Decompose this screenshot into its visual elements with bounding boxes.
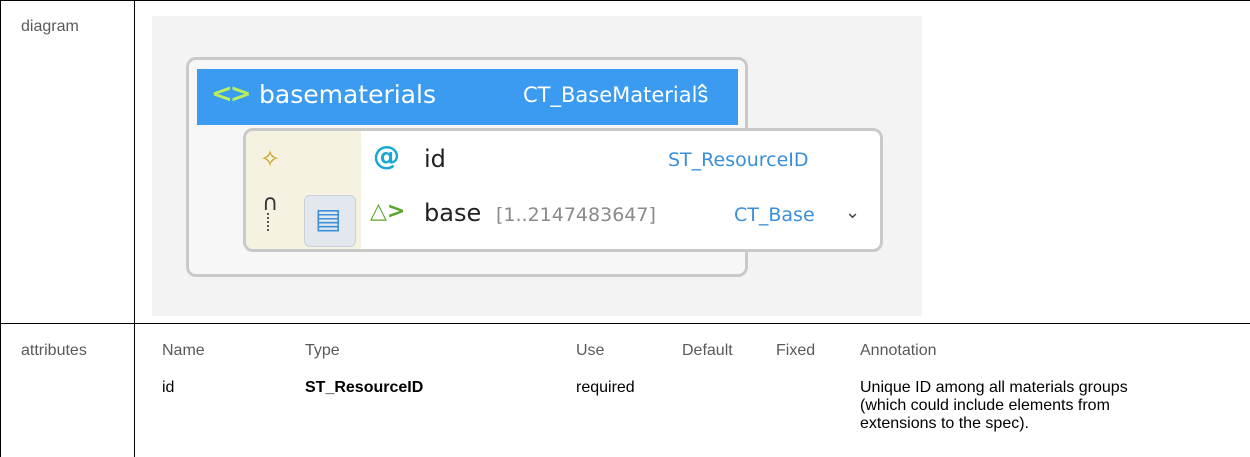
element-reference-icon: △>	[370, 199, 406, 224]
attr-name-cell: id	[162, 379, 175, 396]
collapse-chevron-icon[interactable]: ⌃	[693, 81, 711, 106]
annotation-line: extensions to the spec).	[860, 415, 1029, 432]
diagram-row-label: diagram	[21, 18, 79, 35]
header-name: Name	[162, 342, 205, 359]
model-group-button[interactable]: ▤	[304, 195, 356, 247]
header-fixed: Fixed	[776, 342, 816, 359]
complex-type-box: ✧ ∩ ▤ @ id ST_ResourceID △> base [1..214…	[243, 128, 883, 252]
sequence-icon: ∩	[262, 191, 279, 216]
child-element-type[interactable]: CT_Base	[734, 204, 815, 226]
header-use: Use	[576, 342, 605, 359]
attributes-group-icon: ✧	[260, 145, 281, 173]
attribute-type[interactable]: ST_ResourceID	[668, 149, 809, 171]
tree-icon: ▤	[315, 202, 342, 235]
sequence-dots-icon	[267, 213, 271, 231]
annotation-line: Unique ID among all materials groups	[860, 379, 1128, 396]
child-element-name[interactable]: base	[424, 199, 481, 227]
attributes-row-label: attributes	[21, 342, 87, 359]
header-annotation: Annotation	[860, 342, 937, 359]
header-default: Default	[682, 342, 733, 359]
column-divider	[134, 0, 135, 457]
element-type[interactable]: CT_BaseMaterials	[523, 83, 708, 107]
annotation-line: (which could include elements from	[860, 397, 1110, 414]
element-header[interactable]: <> basematerials CT_BaseMaterials ⌃	[197, 69, 738, 125]
row-divider	[0, 323, 1250, 324]
expand-chevron-icon[interactable]: ⌄	[845, 202, 860, 223]
attr-use-cell: required	[576, 379, 635, 396]
element-name: basematerials	[259, 80, 436, 109]
attribute-at-icon: @	[373, 141, 400, 172]
element-icon: <>	[211, 79, 252, 109]
header-type: Type	[305, 342, 340, 359]
child-occurrence: [1..2147483647]	[496, 204, 656, 226]
attr-type-cell[interactable]: ST_ResourceID	[305, 379, 423, 397]
attribute-name[interactable]: id	[424, 145, 446, 173]
attr-annotation-cell: Unique ID among all materials groups (wh…	[860, 379, 1220, 433]
